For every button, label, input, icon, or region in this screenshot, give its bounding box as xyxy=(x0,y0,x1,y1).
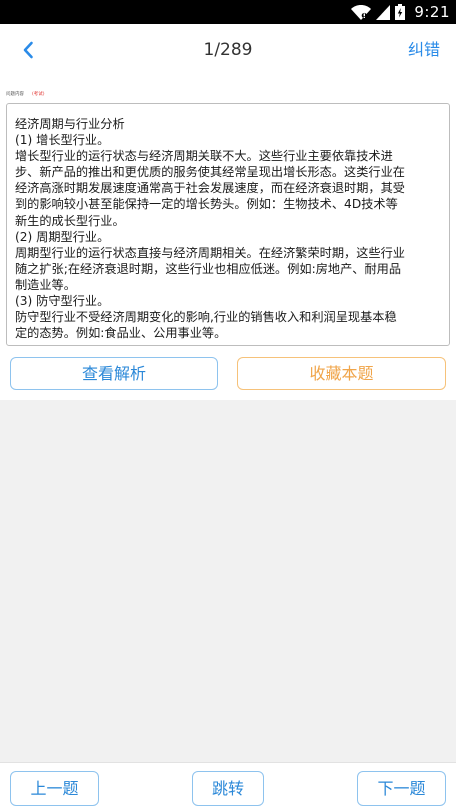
answer-line: 步、新产品的推出和更优质的服务使其经常呈现出增长形态。这类行业在 xyxy=(15,165,405,180)
signal-icon xyxy=(376,4,391,20)
answer-line: 定的态势。例如:食品业、公用事业等。 xyxy=(15,326,227,341)
answer-line: 到的影响较小甚至能保持一定的增长势头。例如：生物技术、4D技术等 xyxy=(15,197,398,212)
answer-line: 防守型行业不受经济周期变化的影响,行业的销售收入和利润呈现基本稳 xyxy=(15,310,397,325)
question-meta-tag: (考试) xyxy=(32,92,45,97)
answer-line: 经济高涨时期发展速度通常高于社会发展速度，而在经济衰退时期，其受 xyxy=(15,181,405,196)
answer-line: (3) 防守型行业。 xyxy=(15,294,110,309)
answer-line: 新生的成长型行业。 xyxy=(15,213,125,228)
answer-line: 随之扩张;在经济衰退时期，这些行业也相应低迷。例如:房地产、耐用品 xyxy=(15,261,402,276)
question-meta: 问题内容 (考试) xyxy=(6,91,45,97)
previous-question-button[interactable]: 上一题 xyxy=(10,771,99,806)
view-analysis-button[interactable]: 查看解析 xyxy=(10,357,218,390)
answer-line: 制造业等。 xyxy=(15,277,76,292)
action-bar: 查看解析 收藏本题 xyxy=(0,346,456,400)
answer-line: (1) 增长型行业。 xyxy=(15,133,110,148)
battery-icon xyxy=(395,4,406,20)
wifi-icon xyxy=(351,4,372,20)
status-icons: 9:21 xyxy=(351,0,450,24)
page-counter: 1/289 xyxy=(203,40,253,60)
answer-text-box: 经济周期与行业分析 (1) 增长型行业。 增长型行业的运行状态与经济周期关联不大… xyxy=(6,103,450,346)
favorite-question-button[interactable]: 收藏本题 xyxy=(237,357,446,390)
report-error-button[interactable]: 纠错 xyxy=(408,24,440,76)
top-header: 1/289 纠错 xyxy=(0,24,456,76)
next-question-button[interactable]: 下一题 xyxy=(357,771,446,806)
chevron-left-icon xyxy=(23,41,33,59)
back-button[interactable] xyxy=(12,34,44,66)
answer-line: (2) 周期型行业。 xyxy=(15,229,110,244)
question-meta-label: 问题内容 xyxy=(6,92,24,97)
answer-line: 经济周期与行业分析 xyxy=(15,117,125,131)
status-time: 9:21 xyxy=(414,3,450,21)
question-content: 问题内容 (考试) 经济周期与行业分析 (1) 增长型行业。 增长型行业的运行状态… xyxy=(0,76,456,346)
answer-line: 增长型行业的运行状态与经济周期关联不大。这些行业主要依靠技术进 xyxy=(15,149,393,164)
answer-line: 周期型行业的运行状态直接与经济周期相关。在经济繁荣时期，这些行业 xyxy=(15,245,405,260)
bottom-nav-bar: 上一题 跳转 下一题 xyxy=(0,762,456,812)
jump-button[interactable]: 跳转 xyxy=(192,771,264,806)
status-bar: 9:21 xyxy=(0,0,456,24)
